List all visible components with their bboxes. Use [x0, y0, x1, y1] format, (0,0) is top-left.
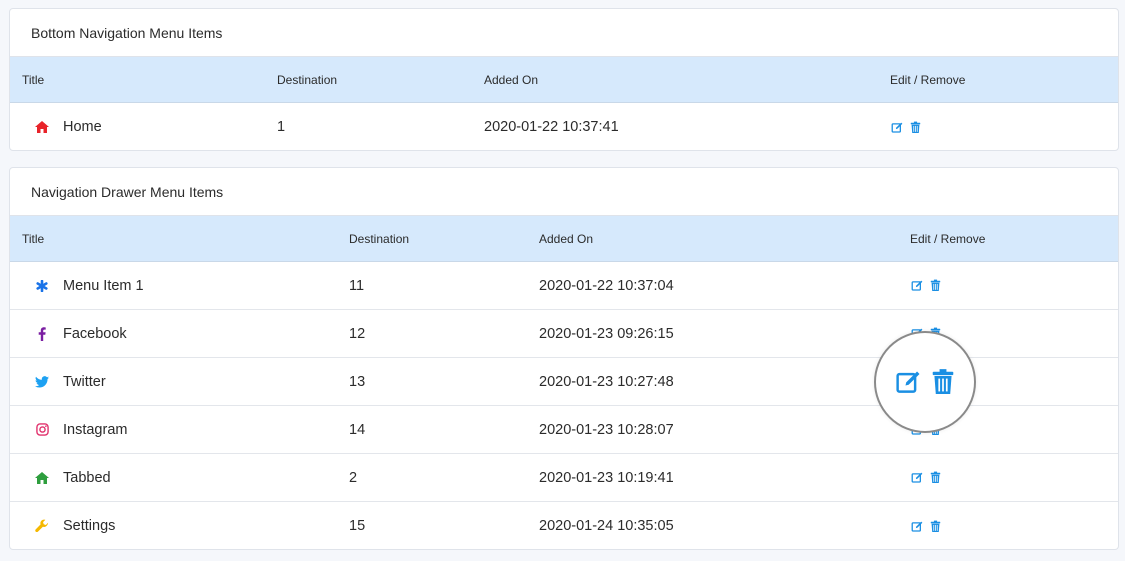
column-title: Title [22, 231, 45, 246]
destination-cell: 14 [349, 421, 366, 438]
added-on-cell: 2020-01-23 10:28:07 [539, 421, 674, 438]
item-title: Twitter [63, 373, 106, 390]
item-title: Facebook [63, 325, 127, 342]
added-on-cell: 2020-01-23 10:27:48 [539, 373, 674, 390]
table-row: Home 1 2020-01-22 10:37:41 [10, 103, 1118, 150]
edit-remove-cell [909, 278, 943, 294]
bottom-nav-card: Bottom Navigation Menu Items Title Desti… [9, 8, 1119, 151]
column-edit-remove: Edit / Remove [910, 231, 986, 246]
edit-icon[interactable] [909, 518, 925, 534]
destination-cell: 2 [349, 469, 358, 486]
item-title: Home [63, 119, 102, 135]
table-row: Menu Item 1 11 2020-01-22 10:37:04 [10, 262, 1118, 310]
trash-icon[interactable] [927, 278, 943, 294]
added-on-cell: 2020-01-23 10:19:41 [539, 469, 674, 486]
asterisk-icon [33, 279, 51, 292]
edit-icon[interactable] [909, 470, 925, 486]
bottom-nav-table-header: Title Destination Added On Edit / Remove [10, 57, 1118, 103]
edit-icon[interactable] [894, 367, 924, 397]
trash-icon[interactable] [907, 119, 923, 135]
added-on-cell: 2020-01-23 09:26:15 [539, 325, 674, 342]
trash-icon[interactable] [930, 367, 956, 397]
trash-icon[interactable] [927, 518, 943, 534]
bottom-nav-heading: Bottom Navigation Menu Items [10, 9, 1118, 57]
twitter-icon [33, 375, 51, 388]
destination-cell: 13 [349, 373, 366, 390]
magnifier-callout [874, 331, 976, 433]
added-on-cell: 2020-01-22 10:37:04 [539, 277, 674, 294]
home-icon [33, 471, 51, 484]
destination-cell: 1 [277, 119, 286, 135]
facebook-icon [33, 326, 51, 341]
destination-cell: 15 [349, 518, 366, 534]
title-cell: Home [33, 119, 102, 135]
edit-icon[interactable] [909, 278, 925, 294]
destination-cell: 12 [349, 325, 366, 342]
drawer-nav-table-header: Title Destination Added On Edit / Remove [10, 216, 1118, 262]
column-added-on: Added On [484, 72, 539, 87]
title-cell: Tabbed [33, 470, 111, 486]
edit-remove-cell [909, 470, 943, 486]
item-title: Tabbed [63, 469, 111, 486]
column-destination: Destination [349, 231, 410, 246]
trash-icon[interactable] [927, 470, 943, 486]
item-title: Instagram [63, 421, 128, 438]
destination-cell: 11 [349, 277, 365, 294]
column-title: Title [22, 72, 45, 87]
column-added-on: Added On [539, 231, 594, 246]
bottom-nav-rows: Home 1 2020-01-22 10:37:41 [10, 103, 1118, 150]
drawer-nav-heading: Navigation Drawer Menu Items [10, 168, 1118, 216]
edit-remove-cell [909, 518, 943, 534]
column-edit-remove: Edit / Remove [890, 72, 966, 87]
wrench-icon [33, 519, 51, 533]
title-cell: Instagram [33, 422, 127, 438]
title-cell: Twitter [33, 374, 106, 390]
title-cell: Settings [33, 518, 115, 534]
added-on-cell: 2020-01-24 10:35:05 [539, 518, 674, 534]
item-title: Settings [63, 518, 116, 534]
edit-icon[interactable] [889, 119, 905, 135]
added-on-cell: 2020-01-22 10:37:41 [484, 119, 619, 135]
home-icon [33, 121, 51, 133]
title-cell: Menu Item 1 [33, 278, 144, 294]
table-row: Tabbed 2 2020-01-23 10:19:41 [10, 454, 1118, 502]
edit-remove-cell [889, 119, 923, 135]
title-cell: Facebook [33, 326, 127, 342]
item-title: Menu Item 1 [63, 277, 144, 294]
column-destination: Destination [277, 72, 338, 87]
instagram-icon [33, 423, 51, 436]
table-row: Settings 15 2020-01-24 10:35:05 [10, 502, 1118, 549]
